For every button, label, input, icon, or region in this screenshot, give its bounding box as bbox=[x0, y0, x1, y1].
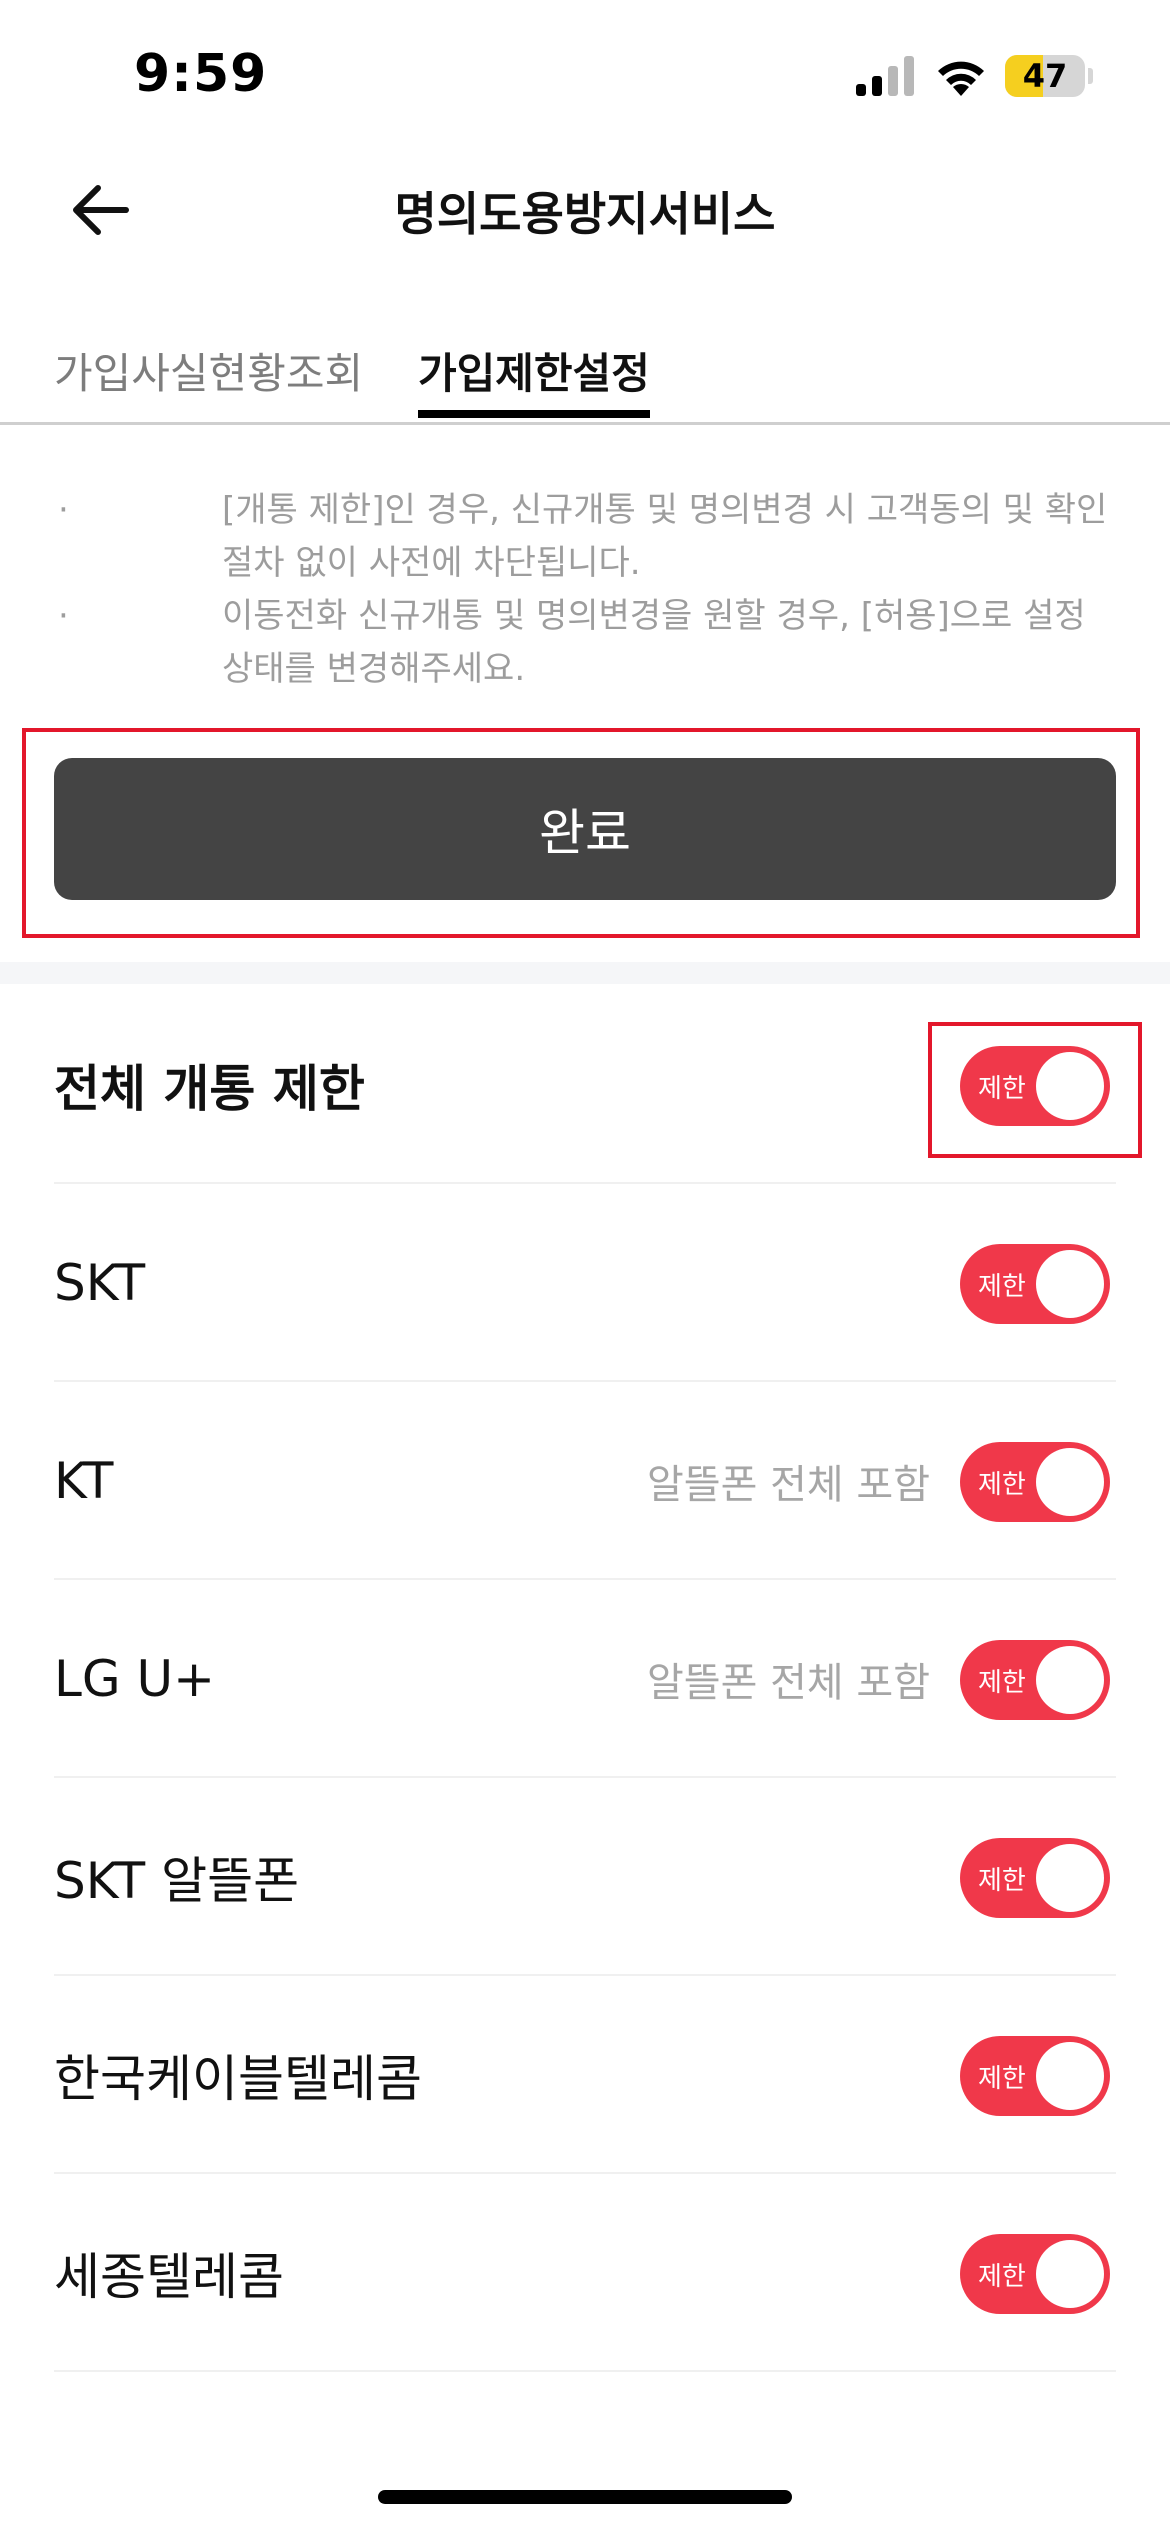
screen: 9:59 47 명의도용방지서비스 가입사실현황조회 가입제한설정 · [개통 … bbox=[0, 0, 1170, 2532]
toggle-lgu[interactable]: 제한 bbox=[960, 1640, 1110, 1720]
row-label: LG U+ bbox=[54, 1650, 215, 1708]
notice-bullet: · bbox=[58, 596, 69, 636]
row-skt: SKT 제한 bbox=[54, 1184, 1116, 1382]
tab-divider bbox=[0, 422, 1170, 425]
toggle-knob bbox=[1036, 1052, 1104, 1120]
toggle-state-label: 제한 bbox=[978, 1271, 1026, 1302]
toggle-state-label: 제한 bbox=[978, 2261, 1026, 2292]
toggle-knob bbox=[1036, 1448, 1104, 1516]
row-all-restriction: 전체 개통 제한 제한 bbox=[54, 986, 1116, 1184]
row-label: 전체 개통 제한 bbox=[54, 1060, 365, 1118]
row-sejong-telecom: 세종텔레콤 제한 bbox=[54, 2174, 1116, 2372]
wifi-icon bbox=[938, 61, 984, 96]
row-divider bbox=[54, 2370, 1116, 2372]
row-label: SKT bbox=[54, 1254, 146, 1312]
section-divider bbox=[0, 962, 1170, 984]
toggle-kt[interactable]: 제한 bbox=[960, 1442, 1110, 1522]
toggle-skt-mvno[interactable]: 제한 bbox=[960, 1838, 1110, 1918]
toggle-knob bbox=[1036, 1646, 1104, 1714]
toggle-state-label: 제한 bbox=[978, 1865, 1026, 1896]
home-indicator[interactable] bbox=[378, 2490, 792, 2504]
toggle-state-label: 제한 bbox=[978, 1667, 1026, 1698]
toggle-state-label: 제한 bbox=[978, 1469, 1026, 1500]
toggle-knob bbox=[1036, 1844, 1104, 1912]
tab-subscription-status[interactable]: 가입사실현황조회 bbox=[54, 340, 363, 424]
row-korea-cable-telecom: 한국케이블텔레콤 제한 bbox=[54, 1976, 1116, 2174]
cellular-signal-icon bbox=[856, 56, 914, 96]
row-label: KT bbox=[54, 1452, 114, 1510]
toggle-state-label: 제한 bbox=[978, 1073, 1026, 1104]
active-tab-indicator bbox=[418, 410, 650, 418]
toggle-knob bbox=[1036, 2240, 1104, 2308]
battery-level: 47 bbox=[1022, 57, 1068, 95]
toggle-state-label: 제한 bbox=[978, 2063, 1026, 2094]
toggle-korea-cable-telecom[interactable]: 제한 bbox=[960, 2036, 1110, 2116]
status-bar: 9:59 47 bbox=[0, 0, 1170, 150]
toggle-skt[interactable]: 제한 bbox=[960, 1244, 1110, 1324]
row-label: SKT 알뜰폰 bbox=[54, 1852, 300, 1910]
tab-bar: 가입사실현황조회 가입제한설정 bbox=[0, 330, 1170, 424]
row-kt: KT 알뜰폰 전체 포함 제한 bbox=[54, 1382, 1116, 1580]
row-label: 세종텔레콤 bbox=[54, 2248, 284, 2306]
toggle-sejong-telecom[interactable]: 제한 bbox=[960, 2234, 1110, 2314]
row-label: 한국케이블텔레콤 bbox=[54, 2050, 422, 2108]
status-time: 9:59 bbox=[134, 44, 268, 104]
row-sub-label: 알뜰폰 전체 포함 bbox=[646, 1660, 930, 1706]
row-lgu: LG U+ 알뜰폰 전체 포함 제한 bbox=[54, 1580, 1116, 1778]
row-sub-label: 알뜰폰 전체 포함 bbox=[646, 1462, 930, 1508]
toggle-knob bbox=[1036, 1250, 1104, 1318]
page-title: 명의도용방지서비스 bbox=[394, 187, 776, 241]
toggle-knob bbox=[1036, 2042, 1104, 2110]
notice-text: 이동전화 신규개통 및 명의변경을 원할 경우, [허용]으로 설정 상태를 변… bbox=[222, 596, 1086, 689]
toggle-all-restriction[interactable]: 제한 bbox=[960, 1046, 1110, 1126]
row-skt-mvno: SKT 알뜰폰 제한 bbox=[54, 1778, 1116, 1976]
notice-text: [개통 제한]인 경우, 신규개통 및 명의변경 시 고객동의 및 확인절차 없… bbox=[222, 490, 1108, 583]
battery-icon: 47 bbox=[1005, 55, 1085, 97]
notice-bullet: · bbox=[58, 490, 69, 530]
done-button[interactable]: 완료 bbox=[54, 758, 1116, 900]
battery-cap bbox=[1088, 68, 1093, 84]
